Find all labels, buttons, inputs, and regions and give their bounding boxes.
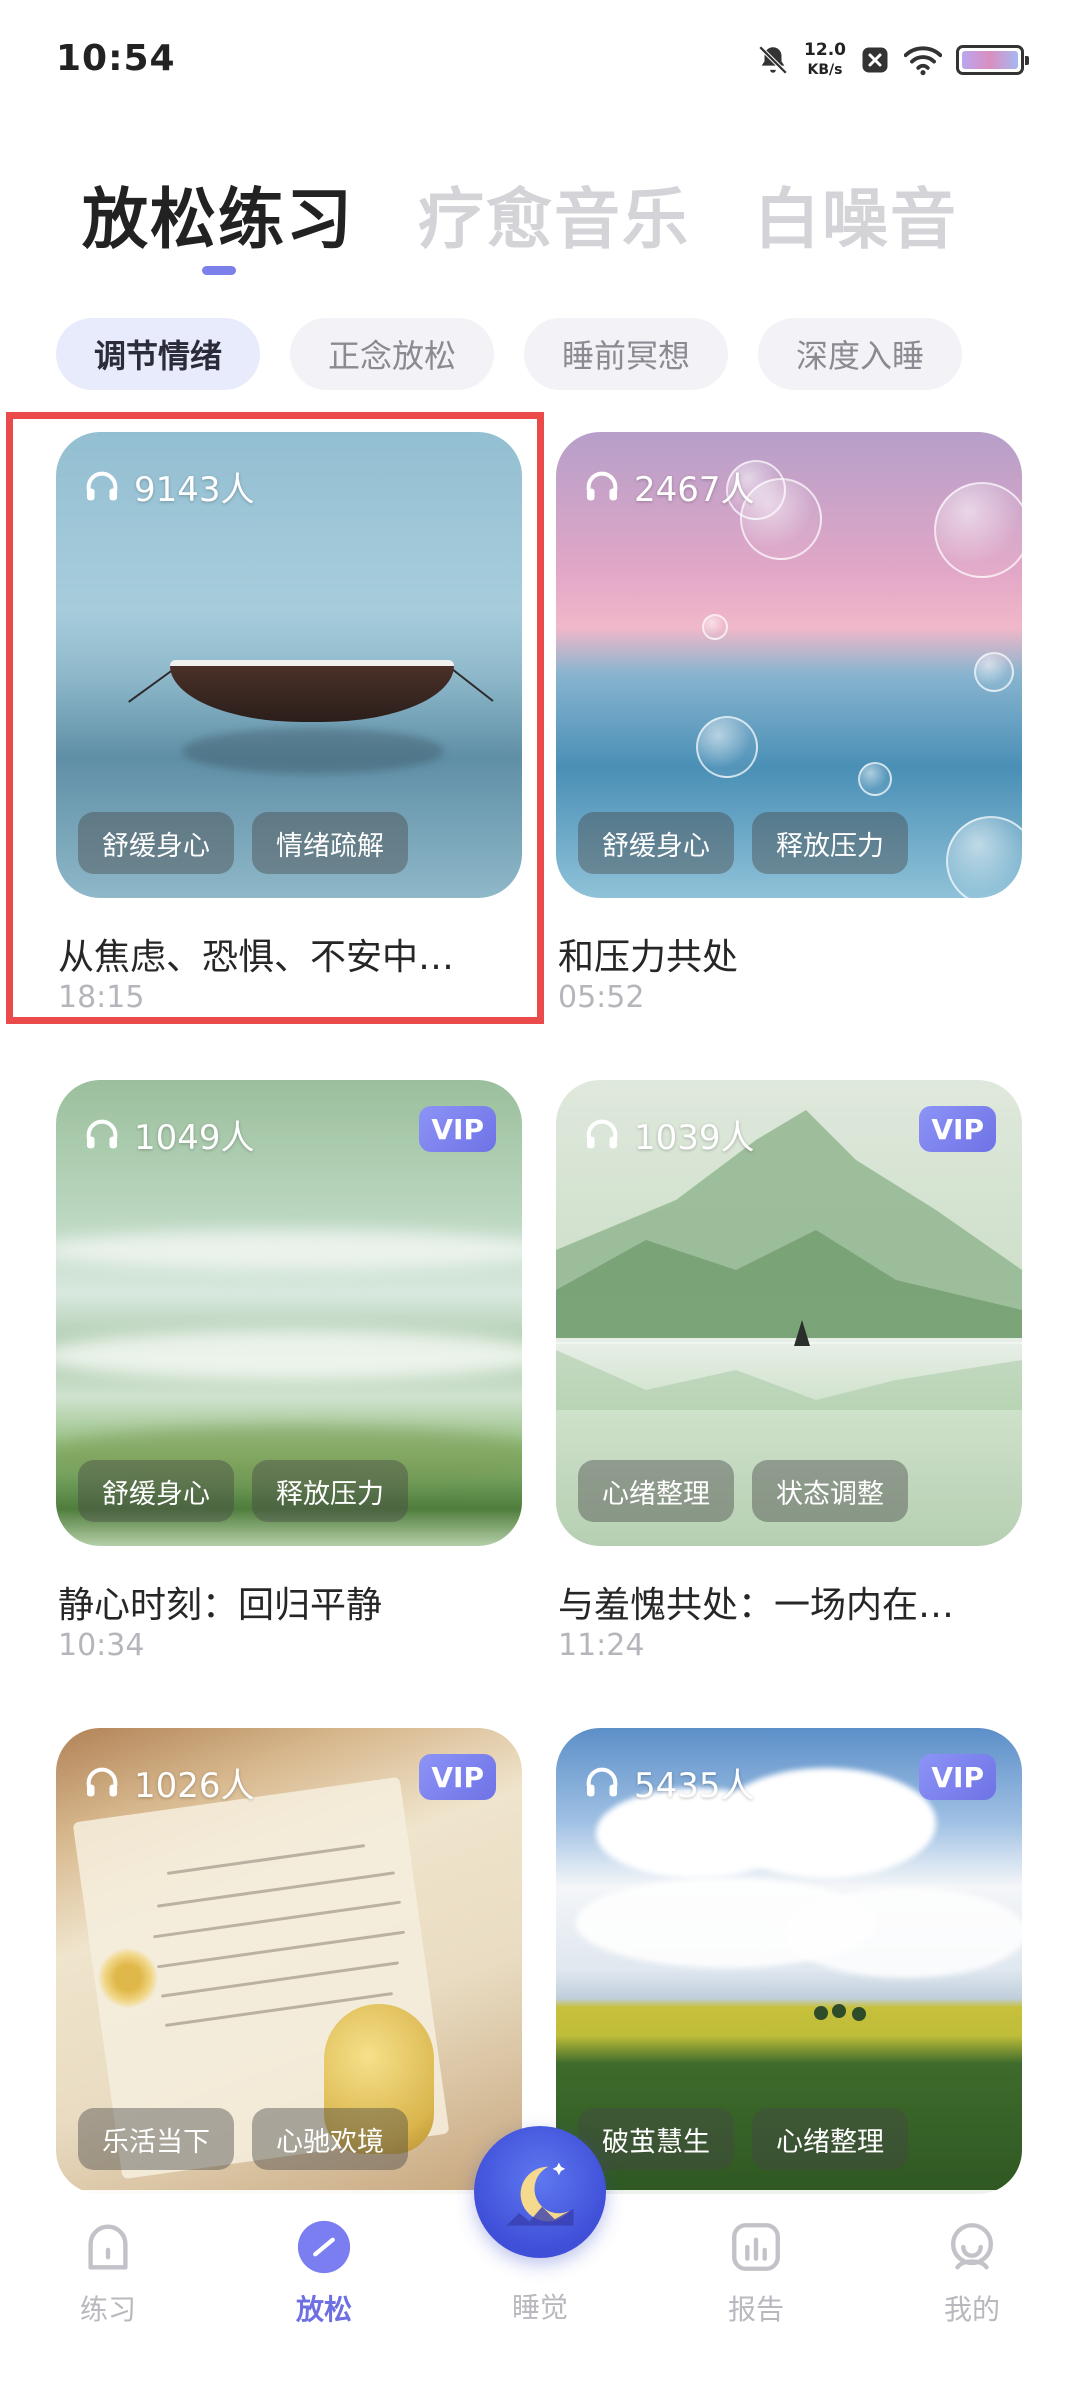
headphone-icon [586,1119,618,1148]
session-card[interactable]: 9143人 舒缓身心 情绪疏解 从焦虑、恐惧、不安中… 18:15 [56,432,522,1018]
nav-practice-label: 练习 [79,2293,136,2326]
report-icon [732,2223,780,2271]
listener-count: 1026人 [82,1758,255,1807]
nav-relax-label: 放松 [295,2293,352,2326]
listener-count: 2467人 [582,462,755,511]
card-thumbnail: 1026人 VIP 乐活当下 心驰欢境 [56,1728,522,2194]
tab-relax-practice[interactable]: 放松练习 [82,166,354,262]
card-tag: 释放压力 [752,812,908,874]
profile-icon [950,2223,994,2270]
chip-deep-sleep[interactable]: 深度入睡 [758,318,963,390]
listener-count-text: 5435人 [634,1766,755,1806]
listener-count-text: 1049人 [134,1118,255,1158]
card-tags: 舒缓身心 释放压力 [578,812,908,874]
mute-bell-icon [758,45,788,75]
headphone-icon [586,471,618,500]
nav-profile[interactable]: 我的 [902,2218,1042,2328]
category-chips: 调节情绪 正念放松 睡前冥想 深度入睡 [56,318,963,390]
sailboat-image [794,1320,810,1346]
card-tag: 破茧慧生 [578,2108,734,2170]
session-grid: 9143人 舒缓身心 情绪疏解 从焦虑、恐惧、不安中… 18:15 2467人 [56,432,1022,2314]
card-thumbnail: 1039人 VIP 心绪整理 状态调整 [556,1080,1022,1546]
listener-count: 1039人 [582,1110,755,1159]
listener-count-text: 2467人 [634,470,755,510]
session-card[interactable]: 1039人 VIP 心绪整理 状态调整 与羞愧共处：一场内在… 11:24 [556,1080,1022,1666]
chip-mindful-relax[interactable]: 正念放松 [290,318,495,390]
headphone-icon [86,1767,118,1796]
card-title: 与羞愧共处：一场内在… [558,1585,955,1626]
tab-white-noise[interactable]: 白噪音 [754,166,958,262]
moon-icon [506,2162,574,2226]
relax-icon [297,2220,351,2274]
card-tag: 舒缓身心 [78,812,234,874]
card-duration: 10:34 [58,1628,145,1663]
card-tags: 乐活当下 心驰欢境 [78,2108,408,2170]
card-duration: 11:24 [558,1628,645,1663]
headphone-icon [586,1767,618,1796]
listener-count: 9143人 [82,462,255,511]
headphone-icon [86,1119,118,1148]
tab-healing-music[interactable]: 疗愈音乐 [418,166,690,262]
flower-image [98,1948,158,2008]
status-bar: 10:54 12.0 KB/s [0,0,1080,120]
card-title: 从焦虑、恐惧、不安中… [58,937,455,978]
card-tags: 破茧慧生 心绪整理 [578,2108,908,2170]
listener-count: 5435人 [582,1758,755,1807]
card-thumbnail: 5435人 VIP 破茧慧生 心绪整理 [556,1728,1022,2194]
active-tab-indicator [202,266,236,275]
status-icons: 12.0 KB/s [756,36,1029,84]
headphone-icon [86,471,118,500]
nav-report[interactable]: 报告 [686,2218,826,2328]
card-tags: 心绪整理 状态调整 [578,1460,908,1522]
boat-image [170,660,454,722]
card-title: 和压力共处 [558,937,739,978]
card-tag: 心驰欢境 [252,2108,408,2170]
card-tag: 情绪疏解 [252,812,408,874]
card-tag: 舒缓身心 [578,812,734,874]
network-speed: 12.0 KB/s [804,40,846,80]
nav-practice[interactable]: 练习 [38,2218,178,2328]
card-tag: 心绪整理 [752,2108,908,2170]
session-card[interactable]: 1049人 VIP 舒缓身心 释放压力 静心时刻：回归平静 10:34 [56,1080,522,1666]
card-duration: 05:52 [558,980,645,1015]
chip-bedtime-meditation[interactable]: 睡前冥想 [524,318,729,390]
speed-value: 12.0 [804,40,846,60]
listener-count-text: 9143人 [134,470,255,510]
vip-badge: VIP [919,1106,996,1152]
card-tags: 舒缓身心 释放压力 [78,1460,408,1522]
listener-count-text: 1039人 [634,1118,755,1158]
card-title: 静心时刻：回归平静 [58,1585,383,1626]
session-card[interactable]: 2467人 舒缓身心 释放压力 和压力共处 05:52 [556,432,1022,1018]
speed-unit: KB/s [807,62,843,78]
card-tag: 释放压力 [252,1460,408,1522]
bottom-nav: 练习 放松 睡觉 报告 我的 [0,2126,1080,2408]
card-duration: 18:15 [58,980,145,1015]
card-tag: 心绪整理 [578,1460,734,1522]
wifi-icon [904,46,942,76]
card-tag: 状态调整 [752,1460,908,1522]
listener-count-text: 1026人 [134,1766,255,1806]
card-tags: 舒缓身心 情绪疏解 [78,812,408,874]
card-thumbnail: 2467人 舒缓身心 释放压力 [556,432,1022,898]
nav-report-label: 报告 [727,2293,784,2326]
chip-regulate-emotion[interactable]: 调节情绪 [56,318,261,390]
nav-sleep-label: 睡觉 [511,2291,568,2324]
top-tabs: 放松练习 疗愈音乐 白噪音 [82,166,958,262]
nav-relax[interactable]: 放松 [254,2218,394,2328]
nav-sleep-button[interactable] [474,2126,606,2258]
battery-fill [962,51,1018,69]
battery-icon [956,45,1029,75]
vip-badge: VIP [919,1754,996,1800]
listener-count: 1049人 [82,1110,255,1159]
nav-profile-label: 我的 [943,2293,1000,2326]
vip-badge: VIP [419,1754,496,1800]
card-thumbnail: 9143人 舒缓身心 情绪疏解 [56,432,522,898]
card-tag: 舒缓身心 [78,1460,234,1522]
card-tag: 乐活当下 [78,2108,234,2170]
practice-icon [88,2224,128,2270]
x-box-icon [862,47,888,73]
card-thumbnail: 1049人 VIP 舒缓身心 释放压力 [56,1080,522,1546]
status-time: 10:54 [56,38,176,79]
vip-badge: VIP [419,1106,496,1152]
